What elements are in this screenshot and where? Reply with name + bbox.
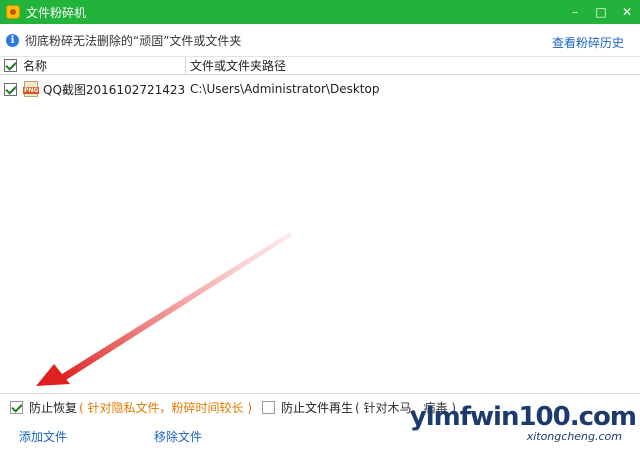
- file-list[interactable]: [0, 76, 640, 392]
- select-all-checkbox[interactable]: [4, 59, 17, 72]
- row-checkbox[interactable]: [4, 82, 17, 96]
- prevent-regen-hint: ( 针对木马、病毒 ): [355, 401, 457, 415]
- minimize-button[interactable]: –: [562, 0, 588, 24]
- remove-file-button[interactable]: 移除文件: [154, 428, 202, 445]
- footer-bar: 添加文件 移除文件: [0, 421, 640, 452]
- close-button[interactable]: ✕: [614, 0, 640, 24]
- prevent-recover-checkbox[interactable]: [10, 401, 23, 414]
- prevent-recover-option[interactable]: 防止恢复 ( 针对隐私文件，粉碎时间较长 ): [10, 399, 252, 416]
- maximize-button[interactable]: □: [588, 0, 614, 24]
- column-header-path[interactable]: 文件或文件夹路径: [186, 57, 286, 75]
- info-bar: i 彻底粉碎无法删除的“顽固”文件或文件夹 查看粉碎历史: [0, 24, 640, 57]
- window-title: 文件粉碎机: [26, 5, 87, 20]
- info-icon: i: [6, 33, 19, 47]
- table-row[interactable]: QQ截图20161027214230... C:\Users\Administr…: [0, 80, 640, 98]
- add-file-button[interactable]: 添加文件: [19, 428, 67, 445]
- prevent-regen-checkbox[interactable]: [262, 401, 276, 414]
- column-name-label: 名称: [23, 59, 48, 73]
- prevent-recover-label: 防止恢复: [29, 401, 78, 415]
- table-header: 名称 文件或文件夹路径: [0, 56, 640, 75]
- title-bar: 文件粉碎机 – □ ✕: [0, 0, 640, 24]
- file-name-cell: QQ截图20161027214230...: [43, 82, 185, 97]
- prevent-regen-label: 防止文件再生: [281, 401, 354, 415]
- prevent-regen-option[interactable]: 防止文件再生 ( 针对木马、病毒 ): [262, 399, 456, 416]
- png-file-icon: [23, 81, 40, 97]
- window-controls: – □ ✕: [562, 0, 640, 24]
- info-message: 彻底粉碎无法删除的“顽固”文件或文件夹: [25, 33, 242, 48]
- file-path-cell: C:\Users\Administrator\Desktop: [190, 82, 380, 96]
- app-logo-icon: [6, 5, 20, 19]
- column-path-label: 文件或文件夹路径: [190, 59, 287, 73]
- column-header-name[interactable]: 名称: [0, 56, 186, 75]
- view-history-link[interactable]: 查看粉碎历史: [552, 34, 624, 51]
- prevent-recover-hint: ( 针对隐私文件，粉碎时间较长 ): [79, 401, 253, 415]
- options-bar: 防止恢复 ( 针对隐私文件，粉碎时间较长 ) 防止文件再生 ( 针对木马、病毒 …: [0, 393, 640, 421]
